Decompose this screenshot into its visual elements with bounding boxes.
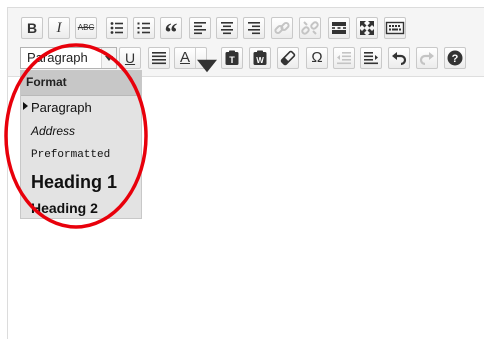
align-center-button[interactable] [216,17,238,39]
numbered-list-icon [137,22,150,34]
remove-link-button[interactable] [299,17,321,39]
paste-text-icon: T [225,50,239,65]
outdent-icon [337,52,351,65]
keyboard-icon [385,21,405,35]
fullscreen-button[interactable] [356,17,378,39]
bullet-list-button[interactable] [106,17,128,39]
justify-icon [152,52,166,65]
checkmark-icon [23,102,28,110]
strikethrough-icon: ABC [77,23,95,32]
paste-word-icon: W [253,50,267,65]
format-menu-header: Format [21,71,141,96]
underline-icon: U [124,50,136,66]
strikethrough-button[interactable]: ABC [75,17,97,39]
svg-text:?: ? [452,53,459,65]
toolbar-toggle-button[interactable] [384,17,406,39]
menu-item-label: Preformatted [31,149,111,161]
menu-item-address[interactable]: Address [21,122,141,142]
redo-icon [419,52,434,66]
increase-indent-button[interactable] [360,47,382,69]
text-color-dropdown-icon [195,48,217,73]
read-more-icon [332,22,346,34]
editor-toolbar: B I ABC “ Paragraph U A T W Ω ? [8,8,484,77]
undo-button[interactable] [388,47,410,69]
numbered-list-button[interactable] [133,17,155,39]
menu-item-label: Heading 1 [31,172,118,192]
omega-icon: Ω [311,49,323,66]
align-center-icon [221,22,233,35]
justify-button[interactable] [148,47,170,69]
svg-text:T: T [229,55,235,65]
menu-item-label: Paragraph [31,100,92,115]
menu-item-heading-1[interactable]: Heading 1 [21,170,141,198]
blockquote-button[interactable]: “ [160,17,182,47]
align-right-button[interactable] [243,17,265,39]
paste-as-text-button[interactable]: T [221,47,243,69]
eraser-icon [280,50,296,66]
decrease-indent-button[interactable] [333,47,355,69]
link-icon [274,21,290,35]
align-right-icon [248,22,260,35]
underline-button[interactable]: U [119,47,141,69]
format-select-value: Paragraph [27,50,88,65]
help-button[interactable]: ? [444,47,466,69]
special-character-button[interactable]: Ω [306,47,328,69]
align-left-button[interactable] [189,17,211,39]
paste-from-word-button[interactable]: W [249,47,271,69]
indent-icon [364,52,378,65]
clear-formatting-button[interactable] [277,47,299,69]
format-menu: Format Paragraph Address Preformatted He… [20,70,142,219]
italic-icon: I [56,20,62,36]
format-menu-title: Format [26,75,67,89]
italic-button[interactable]: I [48,17,70,39]
help-icon: ? [447,50,463,66]
menu-item-preformatted[interactable]: Preformatted [21,146,141,166]
bold-button[interactable]: B [21,17,43,39]
bold-icon: B [26,20,38,36]
format-select[interactable]: Paragraph [20,47,117,69]
fullscreen-icon [360,21,374,35]
svg-text:W: W [256,56,264,65]
menu-item-heading-2[interactable]: Heading 2 [21,198,141,220]
dropdown-arrow-icon [101,48,116,68]
menu-item-label: Heading 2 [31,200,98,216]
menu-item-label: Address [31,124,76,138]
redo-button[interactable] [416,47,438,69]
insert-link-button[interactable] [271,17,293,39]
text-color-icon: A [179,49,190,66]
read-more-button[interactable] [328,17,350,39]
undo-icon [392,52,407,66]
align-left-icon [194,22,206,35]
editor: B I ABC “ Paragraph U A T W Ω ? Format P… [7,7,484,339]
unlink-icon [301,21,319,35]
bullet-list-icon [110,22,123,34]
menu-item-paragraph[interactable]: Paragraph [21,97,141,119]
blockquote-icon: “ [164,18,178,47]
text-color-button[interactable]: A [174,47,217,73]
